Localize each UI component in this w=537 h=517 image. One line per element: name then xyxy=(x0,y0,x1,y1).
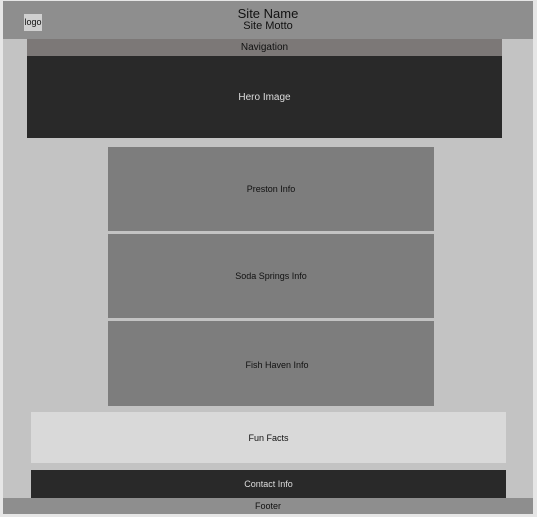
hero-image-label: Hero Image xyxy=(238,91,291,103)
fish-haven-info-section: Fish Haven Info xyxy=(108,321,434,406)
hero-image: Hero Image xyxy=(27,56,502,138)
contact-info-label: Contact Info xyxy=(244,479,293,489)
soda-springs-info-label: Soda Springs Info xyxy=(235,271,307,281)
site-name: Site Name xyxy=(237,6,299,21)
logo[interactable]: logo xyxy=(24,14,42,31)
site-footer: Footer xyxy=(3,498,533,514)
fun-facts-section: Fun Facts xyxy=(31,412,506,463)
preston-info-section: Preston Info xyxy=(108,147,434,231)
site-motto: Site Motto xyxy=(243,20,293,32)
soda-springs-info-section: Soda Springs Info xyxy=(108,234,434,318)
fish-haven-info-label: Fish Haven Info xyxy=(245,359,309,370)
fun-facts-label: Fun Facts xyxy=(248,432,289,443)
navigation-bar[interactable]: Navigation xyxy=(27,39,502,56)
contact-info-section: Contact Info xyxy=(31,470,506,498)
preston-info-label: Preston Info xyxy=(246,184,296,194)
site-header: Site Name Site Motto xyxy=(3,1,533,39)
